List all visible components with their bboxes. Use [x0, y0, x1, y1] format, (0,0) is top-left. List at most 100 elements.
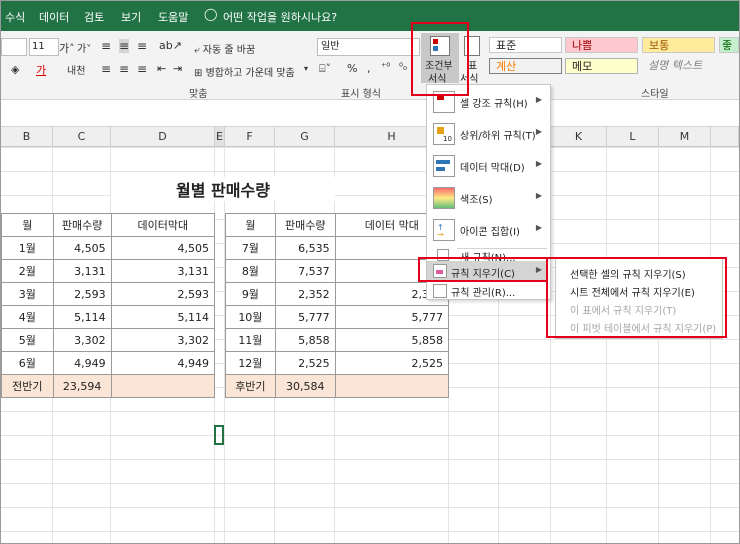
tab-review[interactable]: 검토	[84, 9, 104, 25]
column-header-l[interactable]: L	[607, 127, 659, 147]
month-cell[interactable]: 9월	[225, 282, 276, 306]
font-size-box[interactable]: 11	[29, 38, 59, 56]
column-header-d[interactable]: D	[111, 127, 215, 147]
decrease-decimal-icon[interactable]: ⁰₀	[399, 62, 407, 73]
month-cell[interactable]: 2월	[1, 259, 54, 283]
phonetic-icon[interactable]: 내천	[67, 62, 85, 77]
indent-decrease-icon[interactable]: ⇤	[157, 62, 166, 75]
style-normal[interactable]: 표준	[489, 37, 562, 53]
quantity-cell[interactable]: 3,131	[52, 259, 112, 283]
font-name-box[interactable]	[1, 38, 27, 56]
total-quantity-cell[interactable]: 23,594	[52, 374, 112, 398]
accounting-format-icon[interactable]: ⌸˅	[319, 62, 331, 76]
grow-font-icon[interactable]: 가˄	[59, 40, 75, 56]
month-cell[interactable]: 1월	[1, 236, 54, 260]
data-bar-cell[interactable]: 3,131	[110, 259, 216, 283]
quantity-cell[interactable]: 4,505	[52, 236, 112, 260]
total-label-cell[interactable]: 전반기	[1, 374, 54, 398]
table-header-cell[interactable]: 판매수량	[274, 213, 336, 237]
data-bar-cell[interactable]: 5,777	[334, 305, 450, 329]
quantity-cell[interactable]: 3,302	[52, 328, 112, 352]
menu-item-color-scales[interactable]: 색조(S) ▶	[427, 183, 548, 213]
indent-increase-icon[interactable]: ⇥	[173, 62, 182, 75]
quantity-cell[interactable]: 5,777	[274, 305, 336, 329]
tab-data[interactable]: 데이터	[39, 9, 69, 25]
align-right-icon[interactable]: ≡	[137, 62, 147, 76]
total-bar-cell[interactable]	[334, 374, 450, 398]
quantity-cell[interactable]: 7,537	[274, 259, 336, 283]
data-bar-cell[interactable]: 4,505	[110, 236, 216, 260]
quantity-cell[interactable]: 6,535	[274, 236, 336, 260]
active-cell[interactable]	[214, 425, 224, 445]
column-header-g[interactable]: G	[275, 127, 335, 147]
total-quantity-cell[interactable]: 30,584	[274, 374, 336, 398]
table-header-cell[interactable]: 데이터막대	[110, 213, 216, 237]
data-bar-cell[interactable]: 2,525	[334, 351, 450, 375]
quantity-cell[interactable]: 4,949	[52, 351, 112, 375]
column-header-k[interactable]: K	[551, 127, 607, 147]
quantity-cell[interactable]: 5,858	[274, 328, 336, 352]
merge-center-button[interactable]: ⊞ 병합하고 가운데 맞춤	[194, 64, 295, 79]
table-header-cell[interactable]: 판매수량	[52, 213, 112, 237]
number-format-select[interactable]: 일반	[317, 38, 420, 56]
column-header-n[interactable]	[711, 127, 739, 147]
style-bad[interactable]: 나쁨	[565, 37, 638, 53]
style-note[interactable]: 메모	[565, 58, 638, 74]
month-cell[interactable]: 12월	[225, 351, 276, 375]
month-cell[interactable]: 11월	[225, 328, 276, 352]
column-header-e[interactable]: E	[215, 127, 225, 147]
style-calculation[interactable]: 계산	[489, 58, 562, 74]
month-cell[interactable]: 4월	[1, 305, 54, 329]
month-cell[interactable]: 3월	[1, 282, 54, 306]
data-bar-cell[interactable]: 5,858	[334, 328, 450, 352]
align-top-icon[interactable]: ≡	[101, 39, 111, 53]
align-center-icon[interactable]: ≡	[119, 62, 129, 76]
total-label-cell[interactable]: 후반기	[225, 374, 276, 398]
table-header-cell[interactable]: 월	[1, 213, 54, 237]
month-cell[interactable]: 10월	[225, 305, 276, 329]
table-row: 10월 5,777 5,777	[225, 305, 450, 329]
menu-item-top-bottom-rules[interactable]: 10 상위/하위 규칙(T) ▶	[427, 119, 548, 149]
wrap-text-button[interactable]: ⤶ 자동 줄 바꿈	[194, 41, 255, 56]
month-cell[interactable]: 6월	[1, 351, 54, 375]
style-good[interactable]: 좋	[719, 37, 739, 53]
month-cell[interactable]: 7월	[225, 236, 276, 260]
data-bar-cell[interactable]: 4,949	[110, 351, 216, 375]
column-header-m[interactable]: M	[659, 127, 711, 147]
column-header-b[interactable]: B	[1, 127, 53, 147]
align-middle-icon[interactable]: ≡	[119, 39, 130, 53]
quantity-cell[interactable]: 2,593	[52, 282, 112, 306]
percent-icon[interactable]: %	[347, 62, 357, 75]
style-explanatory[interactable]: 설명 텍스트	[642, 58, 732, 74]
font-color-icon[interactable]: 가	[36, 62, 46, 78]
table-header-cell[interactable]: 월	[225, 213, 276, 237]
chevron-right-icon: ▶	[535, 127, 542, 136]
tab-view[interactable]: 보기	[121, 9, 141, 25]
data-bar-cell[interactable]: 2,593	[110, 282, 216, 306]
chevron-down-icon[interactable]: ▾	[304, 64, 308, 73]
fill-color-icon[interactable]: ◈	[11, 63, 19, 76]
align-left-icon[interactable]: ≡	[101, 62, 111, 76]
align-bottom-icon[interactable]: ≡	[137, 39, 147, 53]
month-cell[interactable]: 5월	[1, 328, 54, 352]
increase-decimal-icon[interactable]: ⁺⁰	[381, 62, 390, 73]
style-neutral[interactable]: 보통	[642, 37, 715, 53]
total-bar-cell[interactable]	[110, 374, 216, 398]
tab-formulas[interactable]: 수식	[5, 9, 25, 25]
data-bar-cell[interactable]: 5,114	[110, 305, 216, 329]
menu-item-manage-rules[interactable]: 규칙 관리(R)...	[427, 282, 548, 299]
column-header-f[interactable]: F	[225, 127, 275, 147]
tell-me-search[interactable]: 어떤 작업을 원하시나요?	[223, 9, 337, 25]
month-cell[interactable]: 8월	[225, 259, 276, 283]
menu-item-icon-sets[interactable]: ↑ → 아이콘 집합(I) ▶	[427, 215, 548, 245]
comma-style-icon[interactable]: ,	[367, 62, 371, 75]
shrink-font-icon[interactable]: 가˅	[77, 40, 91, 55]
quantity-cell[interactable]: 2,525	[274, 351, 336, 375]
quantity-cell[interactable]: 5,114	[52, 305, 112, 329]
data-bar-cell[interactable]: 3,302	[110, 328, 216, 352]
menu-item-data-bars[interactable]: 데이터 막대(D) ▶	[427, 151, 548, 181]
column-header-c[interactable]: C	[53, 127, 111, 147]
tab-help[interactable]: 도움말	[158, 9, 188, 25]
orientation-icon[interactable]: ab↗	[159, 39, 182, 52]
quantity-cell[interactable]: 2,352	[274, 282, 336, 306]
